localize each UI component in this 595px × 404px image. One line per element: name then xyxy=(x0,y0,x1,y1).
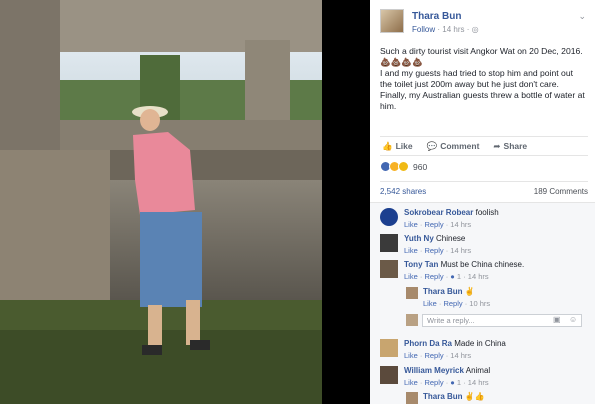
comment-like-link[interactable]: Like xyxy=(404,272,418,281)
post-time[interactable]: · 14 hrs · xyxy=(437,25,469,34)
share-arrow-icon: ➦ xyxy=(493,140,501,151)
comment-time[interactable]: · 14 hrs xyxy=(463,272,488,281)
comment-reply-link[interactable]: Reply xyxy=(424,378,443,387)
comment-text: Must be China chinese. xyxy=(440,260,525,269)
comment-time[interactable]: · 14 hrs xyxy=(446,220,471,229)
post-header: Thara Bun Follow · 14 hrs · ◎ ⌄ xyxy=(380,9,588,37)
post-actions: 👍 Like 💬 Comment ➦ Share xyxy=(380,136,588,156)
commenter-avatar[interactable] xyxy=(380,339,398,357)
comment-reply-link[interactable]: Reply xyxy=(424,246,443,255)
shares-count[interactable]: 2,542 shares xyxy=(380,187,426,196)
post-meta: Follow · 14 hrs · ◎ xyxy=(412,25,479,34)
replier-name[interactable]: Thara Bun xyxy=(423,392,463,401)
wow-reaction-icon xyxy=(398,161,409,172)
comment-reply-link[interactable]: Reply xyxy=(424,220,443,229)
comment-likes-count[interactable]: 1 xyxy=(457,272,461,281)
comments-count[interactable]: 189 Comments xyxy=(534,187,588,196)
reactions-count: 960 xyxy=(413,161,428,172)
speech-bubble-icon: 💬 xyxy=(426,140,438,151)
post-text-line1: Such a dirty tourist visit Angkor Wat on… xyxy=(380,46,583,67)
author-avatar[interactable] xyxy=(380,9,404,33)
photo-image xyxy=(0,0,322,404)
globe-icon: ◎ xyxy=(471,25,479,34)
post-stats: 2,542 shares 189 Comments xyxy=(380,181,588,196)
commenter-avatar[interactable] xyxy=(380,366,398,384)
thumbs-up-icon: 👍 xyxy=(382,140,393,151)
chevron-down-icon[interactable]: ⌄ xyxy=(578,11,586,22)
share-label: Share xyxy=(503,140,528,151)
commenter-name[interactable]: Tony Tan xyxy=(404,260,438,269)
comment-text: Chinese xyxy=(436,234,466,243)
emoji-icon[interactable]: ☺ xyxy=(569,315,577,324)
comment-like-link[interactable]: Like xyxy=(404,220,418,229)
comment-time[interactable]: · 14 hrs xyxy=(446,246,471,255)
reactions-summary[interactable]: 960 xyxy=(380,161,427,172)
comment-time[interactable]: · 14 hrs xyxy=(463,378,488,387)
comments-section: Sokrobear Robear foolish Like · Reply · … xyxy=(370,202,595,404)
reply-time[interactable]: · 10 hrs xyxy=(465,299,490,308)
like-badge-icon: ● xyxy=(450,378,455,387)
reply-like-link[interactable]: Like xyxy=(423,299,437,308)
post-photo xyxy=(0,0,370,404)
composer-avatar xyxy=(406,314,418,326)
comment-like-link[interactable]: Like xyxy=(404,246,418,255)
commenter-name[interactable]: Phorn Da Ra xyxy=(404,339,452,348)
replier-avatar[interactable] xyxy=(406,392,418,404)
commenter-name[interactable]: Yuth Ny xyxy=(404,234,434,243)
comment-label: Comment xyxy=(440,140,480,151)
commenter-avatar[interactable] xyxy=(380,234,398,252)
follow-link[interactable]: Follow xyxy=(412,25,435,34)
comment-like-link[interactable]: Like xyxy=(404,351,418,360)
comment-like-link[interactable]: Like xyxy=(404,378,418,387)
comment-text: foolish xyxy=(475,208,499,217)
replier-name[interactable]: Thara Bun xyxy=(423,287,463,296)
like-badge-icon: ● xyxy=(450,272,455,281)
commenter-name[interactable]: William Meyrick xyxy=(404,366,464,375)
like-button[interactable]: 👍 Like xyxy=(382,141,413,152)
reply-reply-link[interactable]: Reply xyxy=(443,299,462,308)
share-button[interactable]: ➦ Share xyxy=(493,141,527,152)
commenter-name[interactable]: Sokrobear Robear xyxy=(404,208,473,217)
comment-reply-link[interactable]: Reply xyxy=(424,351,443,360)
comment-text: Animal xyxy=(465,366,491,375)
author-name[interactable]: Thara Bun xyxy=(412,11,461,22)
reply-text: ✌ xyxy=(464,287,475,296)
post-side-panel: Thara Bun Follow · 14 hrs · ◎ ⌄ Such a d… xyxy=(370,0,595,404)
like-label: Like xyxy=(395,140,413,151)
commenter-avatar[interactable] xyxy=(380,208,398,226)
commenter-avatar[interactable] xyxy=(380,260,398,278)
reply-text: ✌👍 xyxy=(464,392,485,401)
camera-icon[interactable]: ▣ xyxy=(553,315,561,324)
comment-reply-link[interactable]: Reply xyxy=(424,272,443,281)
replier-avatar[interactable] xyxy=(406,287,418,299)
reply-composer: Write a reply... ▣ ☺ xyxy=(406,314,586,328)
comment-text: Made in China xyxy=(454,339,506,348)
comment-time[interactable]: · 14 hrs xyxy=(446,351,471,360)
comment-likes-count[interactable]: 1 xyxy=(457,378,461,387)
post-text: Such a dirty tourist visit Angkor Wat on… xyxy=(380,46,585,112)
comment-button[interactable]: 💬 Comment xyxy=(427,141,480,152)
post-text-line2: I and my guests had tried to stop him an… xyxy=(380,68,585,111)
